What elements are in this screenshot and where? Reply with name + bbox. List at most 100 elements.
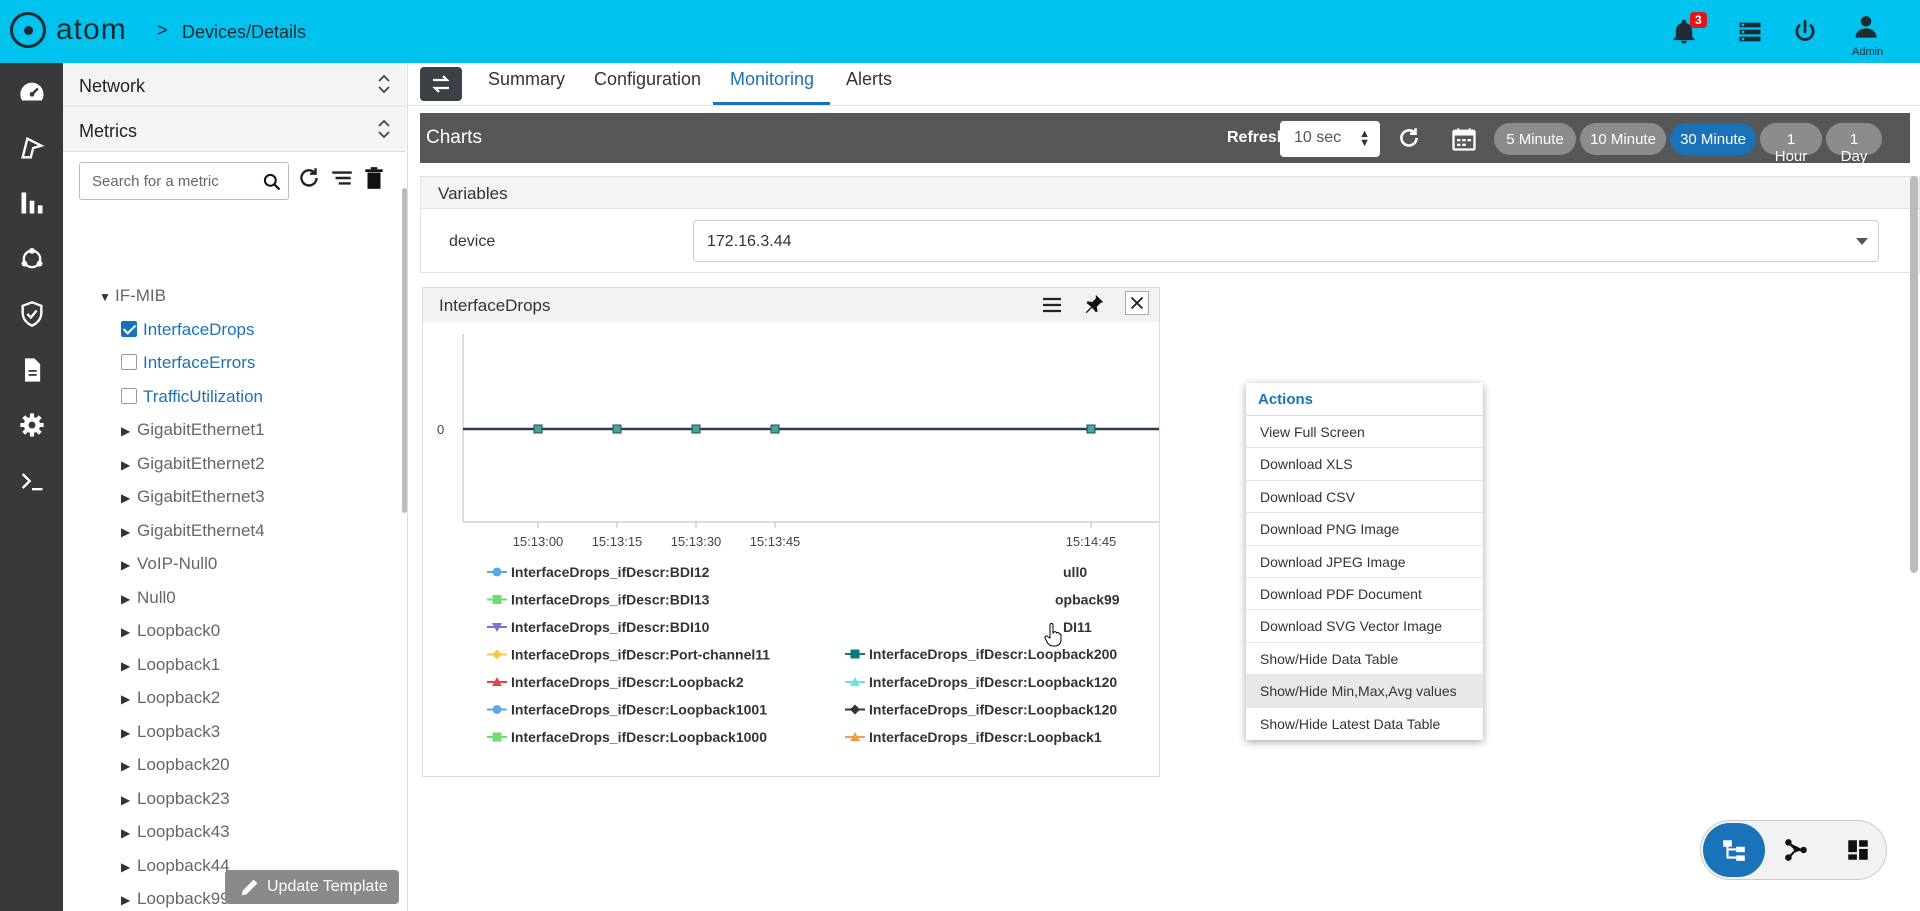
sidebar-scrollbar[interactable]	[402, 188, 407, 513]
left-nav	[0, 63, 63, 911]
pin-icon[interactable]	[1083, 293, 1105, 315]
legend-item-label: InterfaceDrops_ifDescr:Loopback120	[869, 674, 1117, 690]
range-1-day[interactable]: 1 Day	[1826, 123, 1882, 165]
action-download-pdf[interactable]: Download PDF Document	[1246, 578, 1483, 611]
tree-metric-item[interactable]: TrafficUtilization	[121, 387, 263, 407]
tree-interface-item[interactable]: ▶ Null0	[121, 588, 176, 608]
gear-icon[interactable]	[18, 411, 46, 439]
action-download-csv[interactable]: Download CSV	[1246, 481, 1483, 514]
action-toggle-data-table[interactable]: Show/Hide Data Table	[1246, 643, 1483, 676]
tree-view-button[interactable]	[1703, 823, 1765, 877]
document-icon[interactable]	[18, 356, 46, 384]
terminal-icon[interactable]	[18, 467, 46, 495]
legend-item-label: InterfaceDrops_ifDescr:BDI10	[511, 619, 710, 635]
checkbox-unchecked[interactable]	[121, 354, 137, 370]
tree-interface-item[interactable]: ▶ Loopback1	[121, 655, 220, 675]
range-1-hour[interactable]: 1 Hour	[1760, 123, 1822, 165]
tree-interface-item[interactable]: ▶ Loopback20	[121, 755, 230, 775]
tree-interface-item[interactable]: ▶ Loopback99	[121, 889, 230, 909]
tree-interface-item[interactable]: ▶ Loopback23	[121, 789, 230, 809]
reload-icon[interactable]	[1396, 125, 1422, 151]
page-scrollbar[interactable]	[1910, 176, 1918, 573]
caret-right-icon: ▶	[121, 692, 131, 706]
search-icon[interactable]	[262, 172, 282, 192]
range-30-minute[interactable]: 30 Minute	[1670, 123, 1756, 155]
accordion-metrics[interactable]: Metrics	[63, 108, 406, 152]
grid-view-icon[interactable]	[1845, 837, 1871, 863]
tree-view-icon	[1723, 840, 1745, 861]
x-tick-label: 15:13:45	[750, 534, 801, 549]
topology-icon[interactable]	[1783, 837, 1809, 863]
caret-right-icon: ▶	[121, 592, 131, 606]
action-download-png[interactable]: Download PNG Image	[1246, 513, 1483, 546]
chart-panel-header: InterfaceDrops	[423, 288, 1159, 322]
action-download-jpeg[interactable]: Download JPEG Image	[1246, 546, 1483, 578]
action-view-full-screen[interactable]: View Full Screen	[1246, 416, 1483, 449]
tree-metric-item[interactable]: InterfaceDrops	[121, 320, 255, 340]
user-label: Admin	[1852, 46, 1884, 58]
dashboard-icon[interactable]	[18, 78, 46, 106]
main-content: Summary Configuration Monitoring Alerts …	[408, 63, 1920, 911]
range-5-minute[interactable]: 5 Minute	[1494, 123, 1576, 155]
map-layers-icon[interactable]	[18, 134, 46, 162]
actions-menu-title: Actions	[1246, 383, 1483, 416]
server-list-icon[interactable]	[1736, 18, 1764, 46]
action-toggle-min-max-avg[interactable]: Show/Hide Min,Max,Avg values	[1246, 675, 1483, 708]
hamburger-menu-icon[interactable]	[1041, 296, 1063, 314]
calendar-icon[interactable]	[1450, 125, 1478, 153]
tree-interface-item[interactable]: ▶ VoIP-Null0	[121, 554, 217, 574]
toggle-sidebar-button[interactable]	[420, 67, 462, 101]
actions-menu: Actions View Full Screen Download XLS Do…	[1246, 383, 1483, 740]
tree-interface-item[interactable]: ▶ Loopback44	[121, 856, 230, 876]
chart-panel: InterfaceDrops 0 15:13:00 15:13:15 15:13:30…	[422, 287, 1160, 777]
device-select[interactable]: 172.16.3.44	[693, 220, 1879, 262]
bar-chart-icon[interactable]	[18, 189, 46, 217]
tab-monitoring[interactable]: Monitoring	[730, 69, 814, 90]
tab-summary[interactable]: Summary	[488, 69, 565, 90]
tab-alerts[interactable]: Alerts	[846, 69, 892, 90]
legend-item-label: opback99	[1055, 592, 1120, 608]
checkbox-unchecked[interactable]	[121, 388, 137, 404]
tree-interface-item[interactable]: ▶ Loopback0	[121, 621, 220, 641]
metric-search-input[interactable]	[92, 163, 252, 199]
notification-badge: 3	[1690, 12, 1707, 28]
range-10-minute[interactable]: 10 Minute	[1580, 123, 1666, 155]
app-logo[interactable]: atom	[10, 12, 127, 48]
tree-interface-item[interactable]: ▶ GigabitEthernet1	[121, 420, 265, 440]
tree-interface-item[interactable]: ▶ Loopback2	[121, 688, 220, 708]
workflow-icon[interactable]	[18, 245, 46, 273]
tree-interface-item[interactable]: ▶ GigabitEthernet3	[121, 487, 265, 507]
refresh-interval-select[interactable]: 10 sec ▲ ▼	[1280, 121, 1380, 157]
sort-lines-icon[interactable]	[329, 165, 355, 191]
user-avatar-icon[interactable]	[1852, 12, 1880, 40]
action-download-svg[interactable]: Download SVG Vector Image	[1246, 610, 1483, 643]
tree-interface-item[interactable]: ▶ GigabitEthernet4	[121, 521, 265, 541]
close-icon[interactable]	[1125, 291, 1149, 315]
tabs-divider	[408, 105, 1920, 106]
refresh-icon[interactable]	[296, 165, 322, 191]
caret-right-icon: ▶	[121, 759, 131, 773]
charts-title: Charts	[426, 127, 482, 148]
accordion-network-label: Network	[79, 76, 146, 96]
tree-metric-item[interactable]: InterfaceErrors	[121, 353, 255, 373]
metric-search-box	[79, 162, 289, 200]
checkbox-checked[interactable]	[121, 321, 137, 337]
update-template-button[interactable]: Update Template	[225, 870, 399, 904]
tree-node-if-mib[interactable]: ▼ IF-MIB	[99, 286, 166, 306]
accordion-network[interactable]: Network	[63, 63, 406, 107]
tree-interface-item[interactable]: ▶ Loopback43	[121, 822, 230, 842]
action-download-xls[interactable]: Download XLS	[1246, 448, 1483, 481]
tab-configuration[interactable]: Configuration	[594, 69, 701, 90]
x-tick-label: 15:13:30	[671, 534, 722, 549]
caret-right-icon: ▶	[121, 826, 131, 840]
metrics-sidebar: Network Metrics ▼IF-MIB InterfaceDrops I…	[63, 63, 408, 911]
action-toggle-latest-table[interactable]: Show/Hide Latest Data Table	[1246, 708, 1483, 740]
x-tick-label: 15:13:00	[513, 534, 564, 549]
legend-item-label: InterfaceDrops_ifDescr:Loopback200	[869, 646, 1117, 662]
power-icon[interactable]	[1791, 18, 1819, 46]
tree-interface-item[interactable]: ▶ GigabitEthernet2	[121, 454, 265, 474]
shield-icon[interactable]	[18, 300, 46, 328]
trash-icon[interactable]	[361, 165, 387, 191]
caret-right-icon: ▶	[121, 458, 131, 472]
tree-interface-item[interactable]: ▶ Loopback3	[121, 722, 220, 742]
